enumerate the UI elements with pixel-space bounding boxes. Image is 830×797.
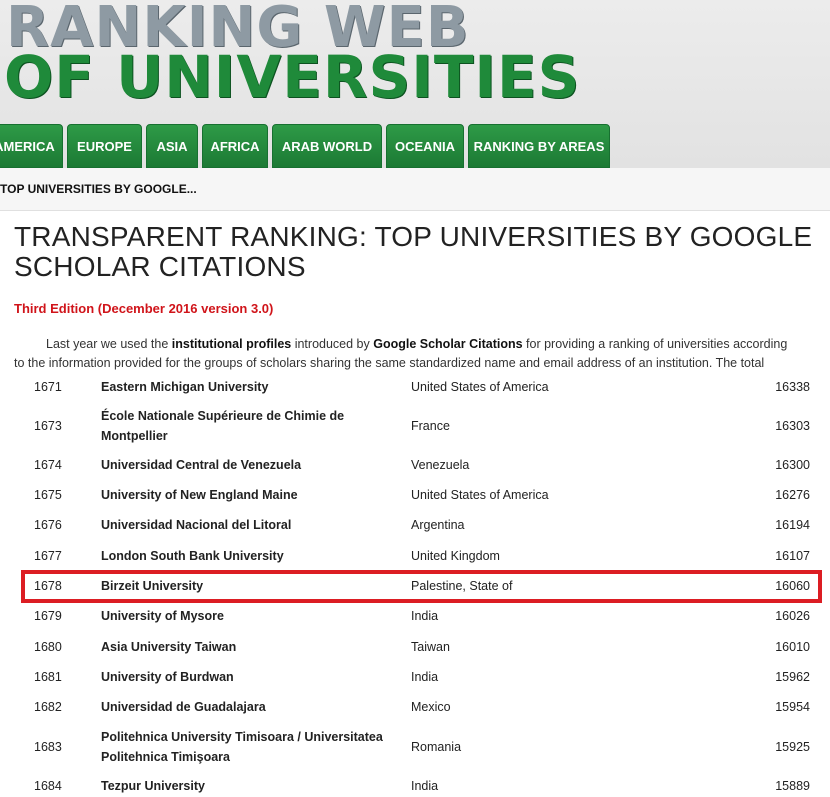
rank-cell: 1676 bbox=[34, 518, 62, 532]
country-cell: United States of America bbox=[411, 380, 549, 394]
rank-cell: 1671 bbox=[34, 380, 62, 394]
university-name-cell[interactable]: Tezpur University bbox=[101, 776, 401, 796]
citations-cell: 16276 bbox=[775, 488, 810, 502]
university-name-cell[interactable]: École Nationale Supérieure de Chimie de … bbox=[101, 405, 371, 447]
tab-america[interactable]: AMERICA bbox=[0, 124, 63, 168]
table-row: 1684 Tezpur University India 15889 bbox=[0, 776, 830, 796]
country-cell: Romania bbox=[411, 740, 462, 754]
logo-title-line2[interactable]: OF UNIVERSITIES bbox=[4, 46, 580, 108]
page-title: TRANSPARENT RANKING: TOP UNIVERSITIES BY… bbox=[14, 221, 813, 282]
country-cell: United Kingdom bbox=[411, 549, 500, 563]
tab-asia[interactable]: ASIA bbox=[146, 124, 198, 168]
citations-cell: 16303 bbox=[775, 419, 810, 433]
rank-cell: 1684 bbox=[34, 779, 62, 793]
rank-cell: 1677 bbox=[34, 549, 62, 563]
university-name-cell[interactable]: Universidad Nacional del Litoral bbox=[101, 515, 401, 535]
rank-cell: 1680 bbox=[34, 640, 62, 654]
university-name-cell[interactable]: Universidad de Guadalajara bbox=[101, 697, 401, 717]
breadcrumb-bar: TOP UNIVERSITIES BY GOOGLE... bbox=[0, 168, 830, 211]
rank-cell: 1679 bbox=[34, 609, 62, 623]
university-name-cell[interactable]: University of New England Maine bbox=[101, 485, 401, 505]
table-row: 1674 Universidad Central de Venezuela Ve… bbox=[0, 455, 830, 475]
citations-cell: 15925 bbox=[775, 740, 810, 754]
tab-ranking-by-areas[interactable]: RANKING BY AREAS bbox=[468, 124, 610, 168]
rank-cell: 1673 bbox=[34, 419, 62, 433]
country-cell: India bbox=[411, 609, 439, 623]
country-cell: India bbox=[411, 779, 439, 793]
rank-cell: 1681 bbox=[34, 670, 62, 684]
citations-cell: 16026 bbox=[775, 609, 810, 623]
citations-cell: 16194 bbox=[775, 518, 810, 532]
table-row: 1676 Universidad Nacional del Litoral Ar… bbox=[0, 515, 830, 535]
edition-label: Third Edition (December 2016 version 3.0… bbox=[14, 301, 274, 316]
country-cell: India bbox=[411, 670, 439, 684]
rank-cell: 1674 bbox=[34, 458, 62, 472]
table-row: 1671 Eastern Michigan University United … bbox=[0, 377, 830, 397]
intro-text-1: Last year we used the bbox=[46, 337, 172, 351]
table-row: 1681 University of Burdwan India 15962 bbox=[0, 667, 830, 687]
citations-cell: 15954 bbox=[775, 700, 810, 714]
table-row: 1675 University of New England Maine Uni… bbox=[0, 485, 830, 505]
university-name-cell[interactable]: University of Mysore bbox=[101, 606, 401, 626]
table-row: 1677 London South Bank University United… bbox=[0, 546, 830, 566]
country-cell: United States of America bbox=[411, 488, 549, 502]
intro-line-1: Last year we used the institutional prof… bbox=[14, 335, 830, 354]
university-name-cell[interactable]: London South Bank University bbox=[101, 546, 401, 566]
intro-text: Last year we used the institutional prof… bbox=[14, 335, 830, 377]
university-name-cell[interactable]: Eastern Michigan University bbox=[101, 377, 401, 397]
highlight-box bbox=[21, 570, 822, 603]
intro-bold-profiles: institutional profiles bbox=[171, 337, 292, 351]
country-cell: Venezuela bbox=[411, 458, 470, 472]
rank-cell: 1675 bbox=[34, 488, 62, 502]
university-name-cell[interactable]: University of Burdwan bbox=[101, 667, 401, 687]
breadcrumb[interactable]: TOP UNIVERSITIES BY GOOGLE... bbox=[0, 182, 197, 196]
table-row: 1683 Politehnica University Timisoara / … bbox=[0, 726, 830, 768]
university-name-cell[interactable]: Universidad Central de Venezuela bbox=[101, 455, 401, 475]
intro-text-3: for providing a ranking of universities … bbox=[522, 337, 788, 351]
intro-line-2: to the information provided for the grou… bbox=[14, 356, 765, 370]
citations-cell: 15962 bbox=[775, 670, 810, 684]
table-row: 1682 Universidad de Guadalajara Mexico 1… bbox=[0, 697, 830, 717]
citations-cell: 16338 bbox=[775, 380, 810, 394]
tab-africa[interactable]: AFRICA bbox=[202, 124, 268, 168]
citations-cell: 16300 bbox=[775, 458, 810, 472]
country-cell: Taiwan bbox=[411, 640, 450, 654]
country-cell: Mexico bbox=[411, 700, 451, 714]
citations-cell: 15889 bbox=[775, 779, 810, 793]
intro-bold-gsc: Google Scholar Citations bbox=[373, 337, 523, 351]
tab-europe[interactable]: EUROPE bbox=[67, 124, 142, 168]
intro-text-2: introduced by bbox=[291, 337, 374, 351]
table-row: 1680 Asia University Taiwan Taiwan 16010 bbox=[0, 637, 830, 657]
country-cell: France bbox=[411, 419, 450, 433]
table-row: 1679 University of Mysore India 16026 bbox=[0, 606, 830, 626]
tab-arab-world[interactable]: ARAB WORLD bbox=[272, 124, 382, 168]
university-name-cell[interactable]: Asia University Taiwan bbox=[101, 637, 401, 657]
table-row: 1673 École Nationale Supérieure de Chimi… bbox=[0, 405, 830, 447]
country-cell: Argentina bbox=[411, 518, 465, 532]
university-name-cell[interactable]: Politehnica University Timisoara / Unive… bbox=[101, 726, 401, 768]
citations-cell: 16107 bbox=[775, 549, 810, 563]
rank-cell: 1683 bbox=[34, 740, 62, 754]
tab-oceania[interactable]: OCEANIA bbox=[386, 124, 464, 168]
rank-cell: 1682 bbox=[34, 700, 62, 714]
citations-cell: 16010 bbox=[775, 640, 810, 654]
